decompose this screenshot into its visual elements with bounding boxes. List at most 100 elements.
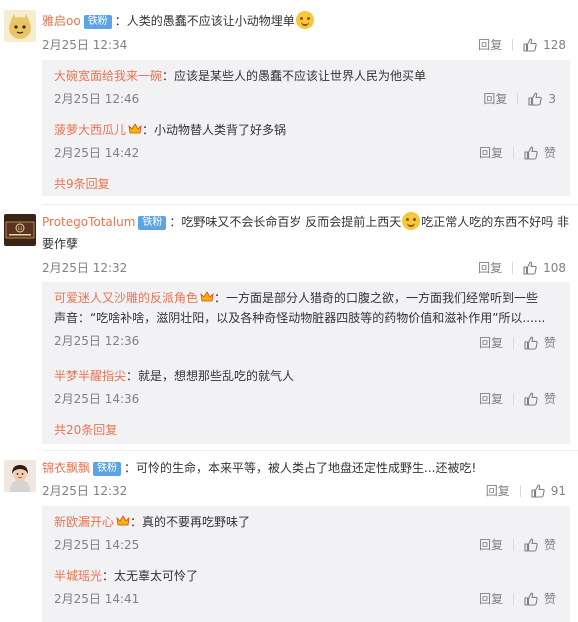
reply-list: 大碗宽面给我来一碗：应该是某些人的愚蠢不应该让世界人民为他买单 2月25日 12… (42, 60, 570, 196)
vip-crown-icon (116, 515, 130, 527)
divider (42, 204, 578, 205)
divider (512, 392, 514, 405)
comment-text-continued: 要作孽 (42, 237, 79, 251)
reply-item: 可爱迷人又沙雕的反派角色 ：一方面是部分人猎奇的口腹之欲，一方面我们经常听到一些 … (42, 288, 570, 358)
reply-username[interactable]: 新欧漏开心 (54, 515, 114, 529)
like-count[interactable]: 赞 (544, 390, 556, 407)
reply-button[interactable]: 回复 (479, 390, 503, 407)
reply-item: 半梦半醒指尖：就是，想想那些乱吃的就气人 2月25日 14:36 回复 赞 (42, 366, 570, 412)
like-count[interactable]: 128 (543, 38, 566, 52)
like-count[interactable]: 91 (551, 484, 566, 498)
comment-item: 锦衣飘飘 铁粉 ：可怜的生命，本来平等，被人类占了地盘还定性成野生...还被吃! 2… (0, 452, 578, 622)
like-count[interactable]: 3 (548, 92, 556, 106)
reply-button[interactable]: 回复 (479, 334, 503, 351)
reply-actions: 回复 赞 (479, 144, 556, 161)
like-count[interactable]: 赞 (544, 536, 556, 553)
comment-text: 雅启oo 铁粉 ：人类的愚蠢不应该让小动物埋单 (42, 11, 315, 31)
vip-crown-icon (200, 291, 214, 303)
reply-username[interactable]: 可爱迷人又沙雕的反派角色 (54, 291, 198, 305)
vip-crown-icon (128, 123, 142, 135)
like-icon[interactable] (524, 592, 538, 606)
like-icon[interactable] (531, 484, 545, 498)
reply-button[interactable]: 回复 (478, 36, 502, 53)
reply-item: 新欧漏开心 ：真的不要再吃野味了 2月25日 14:25 回复 赞 (42, 512, 570, 558)
divider (512, 146, 514, 159)
divider (512, 538, 514, 551)
like-count[interactable]: 108 (543, 261, 566, 275)
reply-button[interactable]: 回复 (479, 144, 503, 161)
like-count[interactable]: 赞 (544, 144, 556, 161)
comment-actions: 回复 108 (478, 259, 566, 276)
reply-body: ：真的不要再吃野味了 (130, 515, 251, 529)
fan-badge: 铁粉 (93, 462, 122, 476)
divider (512, 38, 514, 51)
reply-list: 新欧漏开心 ：真的不要再吃野味了 2月25日 14:25 回复 赞 半城瑶光：太无… (42, 506, 570, 622)
reply-actions: 回复 赞 (479, 334, 556, 351)
smile-emoji-icon (402, 212, 421, 230)
divider (519, 484, 521, 497)
like-icon[interactable] (524, 538, 538, 552)
like-count[interactable]: 赞 (544, 334, 556, 351)
like-icon[interactable] (523, 38, 537, 52)
reply-body: ：小动物替人类背了好多锅 (142, 123, 287, 137)
comment-body: ：吃野味又不会长命百岁 反而会提前上西天 (169, 215, 402, 229)
reply-button[interactable]: 回复 (478, 259, 502, 276)
reply-body: ：应该是某些人的愚蠢不应该让世界人民为他买单 (162, 69, 427, 83)
like-icon[interactable] (524, 336, 538, 350)
smile-emoji-icon (295, 11, 314, 29)
reply-button[interactable]: 回复 (483, 90, 507, 107)
comment-item: 雅启oo 铁粉 ：人类的愚蠢不应该让小动物埋单 2月25日 12:34 回复 128… (0, 0, 578, 198)
reply-username[interactable]: 菠萝大西瓜儿 (54, 123, 126, 137)
reply-actions: 回复 赞 (479, 390, 556, 407)
comment-text: ProtegoTotalum 铁粉 ：吃野味又不会长命百岁 反而会提前上西天 吃正常人… (42, 212, 569, 232)
comment-username[interactable]: 雅启oo (42, 14, 81, 28)
like-icon[interactable] (524, 146, 538, 160)
fan-badge: 铁粉 (83, 15, 112, 29)
comment-text: 锦衣飘飘 铁粉 ：可怜的生命，本来平等，被人类占了地盘还定性成野生...还被吃! (42, 458, 476, 478)
comment-time: 2月25日 12:34 (42, 38, 128, 52)
reply-actions: 回复 3 (483, 90, 556, 107)
reply-item: 菠萝大西瓜儿 ：小动物替人类背了好多锅 2月25日 14:42 回复 赞 (42, 120, 570, 166)
fan-badge: 铁粉 (138, 216, 167, 230)
svg-text:H: H (18, 226, 23, 232)
reply-actions: 回复 赞 (479, 590, 556, 607)
divider (42, 450, 578, 451)
like-icon[interactable] (523, 261, 537, 275)
reply-actions: 回复 赞 (479, 536, 556, 553)
comment-body: ：人类的愚蠢不应该让小动物埋单 (114, 14, 295, 28)
reply-list: 可爱迷人又沙雕的反派角色 ：一方面是部分人猎奇的口腹之欲，一方面我们经常听到一些 … (42, 282, 570, 444)
reply-button[interactable]: 回复 (479, 536, 503, 553)
reply-username[interactable]: 半城瑶光 (54, 569, 102, 583)
like-icon[interactable] (528, 92, 542, 106)
divider (512, 336, 514, 349)
reply-body-continued: 声音：“吃啥补啥，滋阴壮阳，以及各种奇怪动物脏器四肢等的药物价值和滋补作用”所以… (54, 311, 546, 325)
comment-body: 吃正常人吃的东西不好吗 非 (421, 215, 570, 229)
comment-username[interactable]: 锦衣飘飘 (42, 461, 90, 475)
reply-username[interactable]: 半梦半醒指尖 (54, 369, 126, 383)
like-count[interactable]: 赞 (544, 590, 556, 607)
divider (517, 92, 519, 105)
avatar[interactable] (4, 460, 36, 492)
reply-body: ：太无辜太可怜了 (102, 569, 199, 583)
like-icon[interactable] (524, 392, 538, 406)
reply-body: ：一方面是部分人猎奇的口腹之欲，一方面我们经常听到一些 (214, 291, 539, 305)
divider (512, 261, 514, 274)
more-replies-link[interactable]: 共20条回复 (42, 420, 117, 440)
reply-button[interactable]: 回复 (479, 590, 503, 607)
comment-item: H ProtegoTotalum 铁粉 ：吃野味又不会长命百岁 反而会提前上西天 吃正… (0, 206, 578, 446)
divider (512, 592, 514, 605)
reply-username[interactable]: 大碗宽面给我来一碗 (54, 69, 162, 83)
comment-body: ：可怜的生命，本来平等，被人类占了地盘还定性成野生...还被吃! (124, 461, 477, 475)
reply-button[interactable]: 回复 (486, 482, 510, 499)
avatar[interactable] (4, 10, 36, 42)
reply-item: 半城瑶光：太无辜太可怜了 2月25日 14:41 回复 赞 (42, 566, 570, 612)
more-replies-link[interactable]: 共9条回复 (42, 174, 110, 194)
comment-actions: 回复 128 (478, 36, 566, 53)
comment-actions: 回复 91 (486, 482, 566, 499)
reply-item: 大碗宽面给我来一碗：应该是某些人的愚蠢不应该让世界人民为他买单 2月25日 12… (42, 66, 570, 112)
comment-username[interactable]: ProtegoTotalum (42, 215, 135, 229)
reply-body: ：就是，想想那些乱吃的就气人 (126, 369, 295, 383)
comment-time: 2月25日 12:32 (42, 261, 128, 275)
avatar[interactable]: H (4, 214, 36, 246)
comment-time: 2月25日 12:32 (42, 484, 128, 498)
